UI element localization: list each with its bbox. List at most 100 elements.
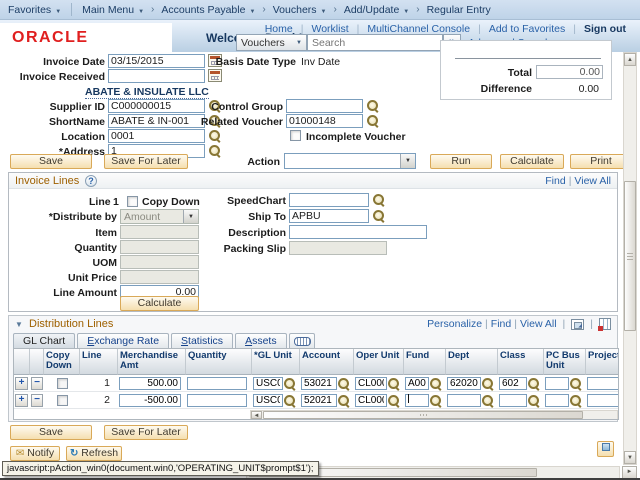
ship-to-lookup-icon[interactable] bbox=[372, 209, 385, 222]
favorites-menu[interactable]: Favorites▼ bbox=[8, 4, 61, 16]
search-input[interactable] bbox=[307, 34, 443, 51]
quantity-input[interactable] bbox=[187, 377, 247, 390]
collapse-section-icon[interactable]: ▼ bbox=[15, 320, 23, 329]
dept-input[interactable] bbox=[447, 377, 481, 390]
grid-horizontal-scrollbar[interactable]: ◄ bbox=[250, 410, 618, 420]
control-group-input[interactable] bbox=[286, 99, 363, 113]
header-link-add-to-favorites[interactable]: Add to Favorites bbox=[481, 23, 573, 35]
gl_unit-lookup-icon[interactable] bbox=[283, 377, 296, 390]
related-voucher-input[interactable] bbox=[286, 114, 363, 128]
breadcrumb-item[interactable]: Accounts Payable▼ bbox=[161, 4, 255, 16]
oper_unit-lookup-icon[interactable] bbox=[387, 377, 400, 390]
help-icon[interactable]: ? bbox=[85, 175, 97, 187]
download-to-excel-icon[interactable] bbox=[599, 318, 611, 330]
run-button[interactable]: Run bbox=[430, 154, 492, 169]
class-lookup-icon[interactable] bbox=[527, 394, 540, 407]
vertical-scrollbar[interactable]: ▲ ▼ bbox=[623, 52, 637, 465]
gl_unit-input[interactable] bbox=[253, 394, 283, 407]
speedchart-lookup-icon[interactable] bbox=[372, 193, 385, 206]
shortname-input[interactable] bbox=[108, 114, 205, 128]
grid-personalize-link[interactable]: Personalize bbox=[427, 318, 482, 330]
class-input[interactable] bbox=[499, 394, 527, 407]
total-input[interactable] bbox=[536, 65, 603, 79]
main-menu[interactable]: Main Menu▼ bbox=[82, 4, 144, 16]
speedchart-input[interactable] bbox=[289, 193, 369, 207]
footer-save-button[interactable]: Save bbox=[10, 425, 92, 440]
pc_bus_unit-input[interactable] bbox=[545, 394, 569, 407]
supplier-name-link[interactable]: ABATE & INSULATE LLC bbox=[85, 86, 209, 99]
show-all-columns-tab[interactable] bbox=[289, 333, 315, 348]
notify-button[interactable]: ✉ Notify bbox=[10, 446, 60, 461]
account-input[interactable] bbox=[301, 394, 337, 407]
tab-assets[interactable]: Assets bbox=[235, 333, 287, 348]
add-row-button[interactable]: + bbox=[15, 377, 28, 390]
calculate-button[interactable]: Calculate bbox=[500, 154, 564, 169]
vertical-scrollbar-thumb[interactable] bbox=[624, 181, 636, 331]
invoice-date-input[interactable] bbox=[108, 54, 205, 68]
gl_unit-input[interactable] bbox=[253, 377, 283, 390]
location-input[interactable] bbox=[108, 129, 205, 143]
fund-input[interactable] bbox=[405, 377, 429, 390]
account-lookup-icon[interactable] bbox=[337, 377, 350, 390]
dept-lookup-icon[interactable] bbox=[481, 394, 494, 407]
dept-input[interactable] bbox=[447, 394, 481, 407]
delete-row-button[interactable]: − bbox=[31, 394, 43, 407]
action-select[interactable]: ▼ bbox=[284, 153, 416, 169]
oper_unit-lookup-icon[interactable] bbox=[387, 394, 400, 407]
delete-row-button[interactable]: − bbox=[31, 377, 43, 390]
scroll-up-arrow-icon[interactable]: ▲ bbox=[624, 53, 636, 66]
footer-save-for-later-button[interactable]: Save For Later bbox=[104, 425, 188, 440]
refresh-button[interactable]: ↻ Refresh bbox=[66, 446, 122, 461]
scroll-down-arrow-icon[interactable]: ▼ bbox=[624, 451, 636, 464]
oper_unit-input[interactable] bbox=[355, 377, 387, 390]
control-group-lookup-icon[interactable] bbox=[366, 99, 379, 112]
supplier-id-input[interactable] bbox=[108, 99, 205, 113]
search-scope-select[interactable]: Vouchers▼ bbox=[236, 34, 307, 51]
oper_unit-input[interactable] bbox=[355, 394, 387, 407]
save-button[interactable]: Save bbox=[10, 154, 92, 169]
add-row-button[interactable]: + bbox=[15, 394, 28, 407]
tab-gl-chart[interactable]: GL Chart bbox=[13, 333, 75, 348]
find-link[interactable]: Find bbox=[545, 175, 565, 187]
line-calculate-button[interactable]: Calculate bbox=[120, 296, 199, 311]
incomplete-voucher-checkbox[interactable] bbox=[290, 130, 301, 141]
header-link-sign-out[interactable]: Sign out bbox=[576, 23, 634, 35]
location-lookup-icon[interactable] bbox=[208, 129, 221, 142]
row-copy-down-checkbox[interactable] bbox=[57, 395, 68, 406]
view-all-link[interactable]: View All bbox=[574, 175, 611, 187]
copy-down-checkbox[interactable] bbox=[127, 196, 138, 207]
breadcrumb-item[interactable]: Vouchers▼ bbox=[273, 4, 327, 16]
fund-lookup-icon[interactable] bbox=[429, 394, 442, 407]
related-voucher-lookup-icon[interactable] bbox=[366, 114, 379, 127]
account-lookup-icon[interactable] bbox=[337, 394, 350, 407]
pc_bus_unit-input[interactable] bbox=[545, 377, 569, 390]
merchandise_amt-input[interactable] bbox=[119, 377, 181, 390]
project-input[interactable] bbox=[587, 394, 619, 407]
fund-lookup-icon[interactable] bbox=[429, 377, 442, 390]
description-input[interactable] bbox=[289, 225, 427, 239]
top-of-page-button[interactable] bbox=[597, 441, 614, 457]
scroll-left-arrow-icon[interactable]: ◄ bbox=[251, 411, 262, 419]
tab-exchange-rate[interactable]: Exchange Rate bbox=[77, 333, 169, 348]
breadcrumb-item[interactable]: Regular Entry bbox=[427, 4, 491, 16]
invoice-received-input[interactable] bbox=[108, 69, 205, 83]
class-input[interactable] bbox=[499, 377, 527, 390]
class-lookup-icon[interactable] bbox=[527, 377, 540, 390]
breadcrumb-item[interactable]: Add/Update▼ bbox=[344, 4, 409, 16]
merchandise_amt-input[interactable] bbox=[119, 394, 181, 407]
zoom-grid-icon[interactable] bbox=[571, 319, 584, 330]
save-for-later-button[interactable]: Save For Later bbox=[104, 154, 188, 169]
dept-lookup-icon[interactable] bbox=[481, 377, 494, 390]
grid-scrollbar-thumb[interactable] bbox=[263, 411, 583, 419]
row-copy-down-checkbox[interactable] bbox=[57, 378, 68, 389]
pc_bus_unit-lookup-icon[interactable] bbox=[569, 377, 582, 390]
grid-view-all-link[interactable]: View All bbox=[520, 318, 557, 330]
tab-statistics[interactable]: Statistics bbox=[171, 333, 233, 348]
ship-to-input[interactable] bbox=[289, 209, 369, 223]
gl_unit-lookup-icon[interactable] bbox=[283, 394, 296, 407]
quantity-input[interactable] bbox=[187, 394, 247, 407]
pc_bus_unit-lookup-icon[interactable] bbox=[569, 394, 582, 407]
grid-find-link[interactable]: Find bbox=[491, 318, 511, 330]
calendar-icon[interactable] bbox=[208, 69, 222, 82]
account-input[interactable] bbox=[301, 377, 337, 390]
